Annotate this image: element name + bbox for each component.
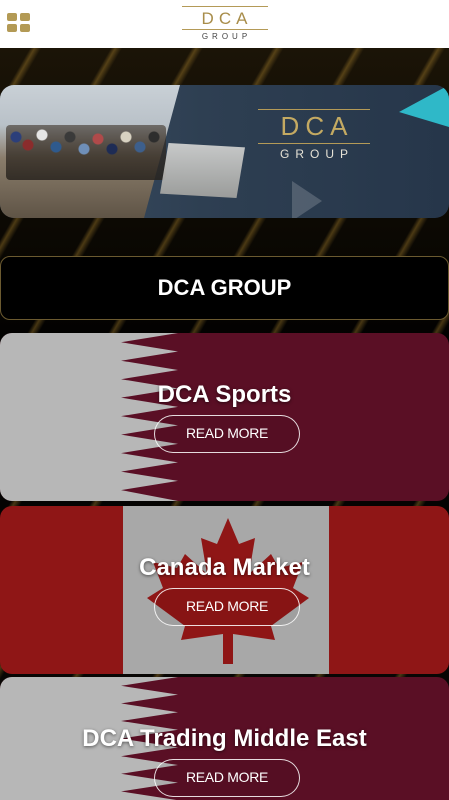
- card-title: DCA Sports: [157, 381, 292, 408]
- grid-menu-cell: [7, 24, 17, 32]
- hero-banner[interactable]: DCA GROUP: [0, 85, 449, 218]
- banner-logo-secondary-text: GROUP: [279, 147, 354, 161]
- read-more-button[interactable]: READ MORE: [154, 415, 300, 453]
- card-canada-market[interactable]: Canada Market READ MORE: [0, 506, 449, 674]
- dca-group-button[interactable]: DCA GROUP: [0, 256, 449, 320]
- banner-office-image: [160, 143, 245, 198]
- app-header: DCA GROUP: [0, 0, 449, 48]
- grid-menu-cell: [20, 13, 30, 21]
- grid-menu-icon[interactable]: [4, 11, 30, 33]
- logo-secondary-text: GROUP: [201, 32, 252, 41]
- grid-menu-cell: [7, 13, 17, 21]
- card-title: Canada Market: [139, 554, 310, 581]
- banner-logo-rule-top: [258, 109, 370, 110]
- play-icon: [292, 181, 322, 218]
- grid-menu-cell: [20, 24, 30, 32]
- read-more-button[interactable]: READ MORE: [154, 759, 300, 797]
- logo-rule-top: [181, 6, 268, 7]
- banner-crowd-image: [6, 125, 166, 180]
- card-title: DCA Trading Middle East: [82, 725, 367, 752]
- banner-logo-primary-text: DCA: [280, 111, 354, 141]
- qatar-flag-white-band: [0, 333, 178, 501]
- banner-logo-rule-middle: [258, 143, 370, 144]
- logo-rule-middle: [181, 29, 268, 30]
- header-logo[interactable]: DCA GROUP: [181, 4, 268, 44]
- card-dca-trading-middle-east[interactable]: DCA Trading Middle East READ MORE: [0, 677, 449, 800]
- card-dca-sports[interactable]: DCA Sports READ MORE: [0, 333, 449, 501]
- banner-accent-shape: [399, 85, 449, 127]
- logo-primary-text: DCA: [201, 9, 253, 28]
- read-more-button[interactable]: READ MORE: [154, 588, 300, 626]
- banner-logo: DCA GROUP: [258, 105, 370, 165]
